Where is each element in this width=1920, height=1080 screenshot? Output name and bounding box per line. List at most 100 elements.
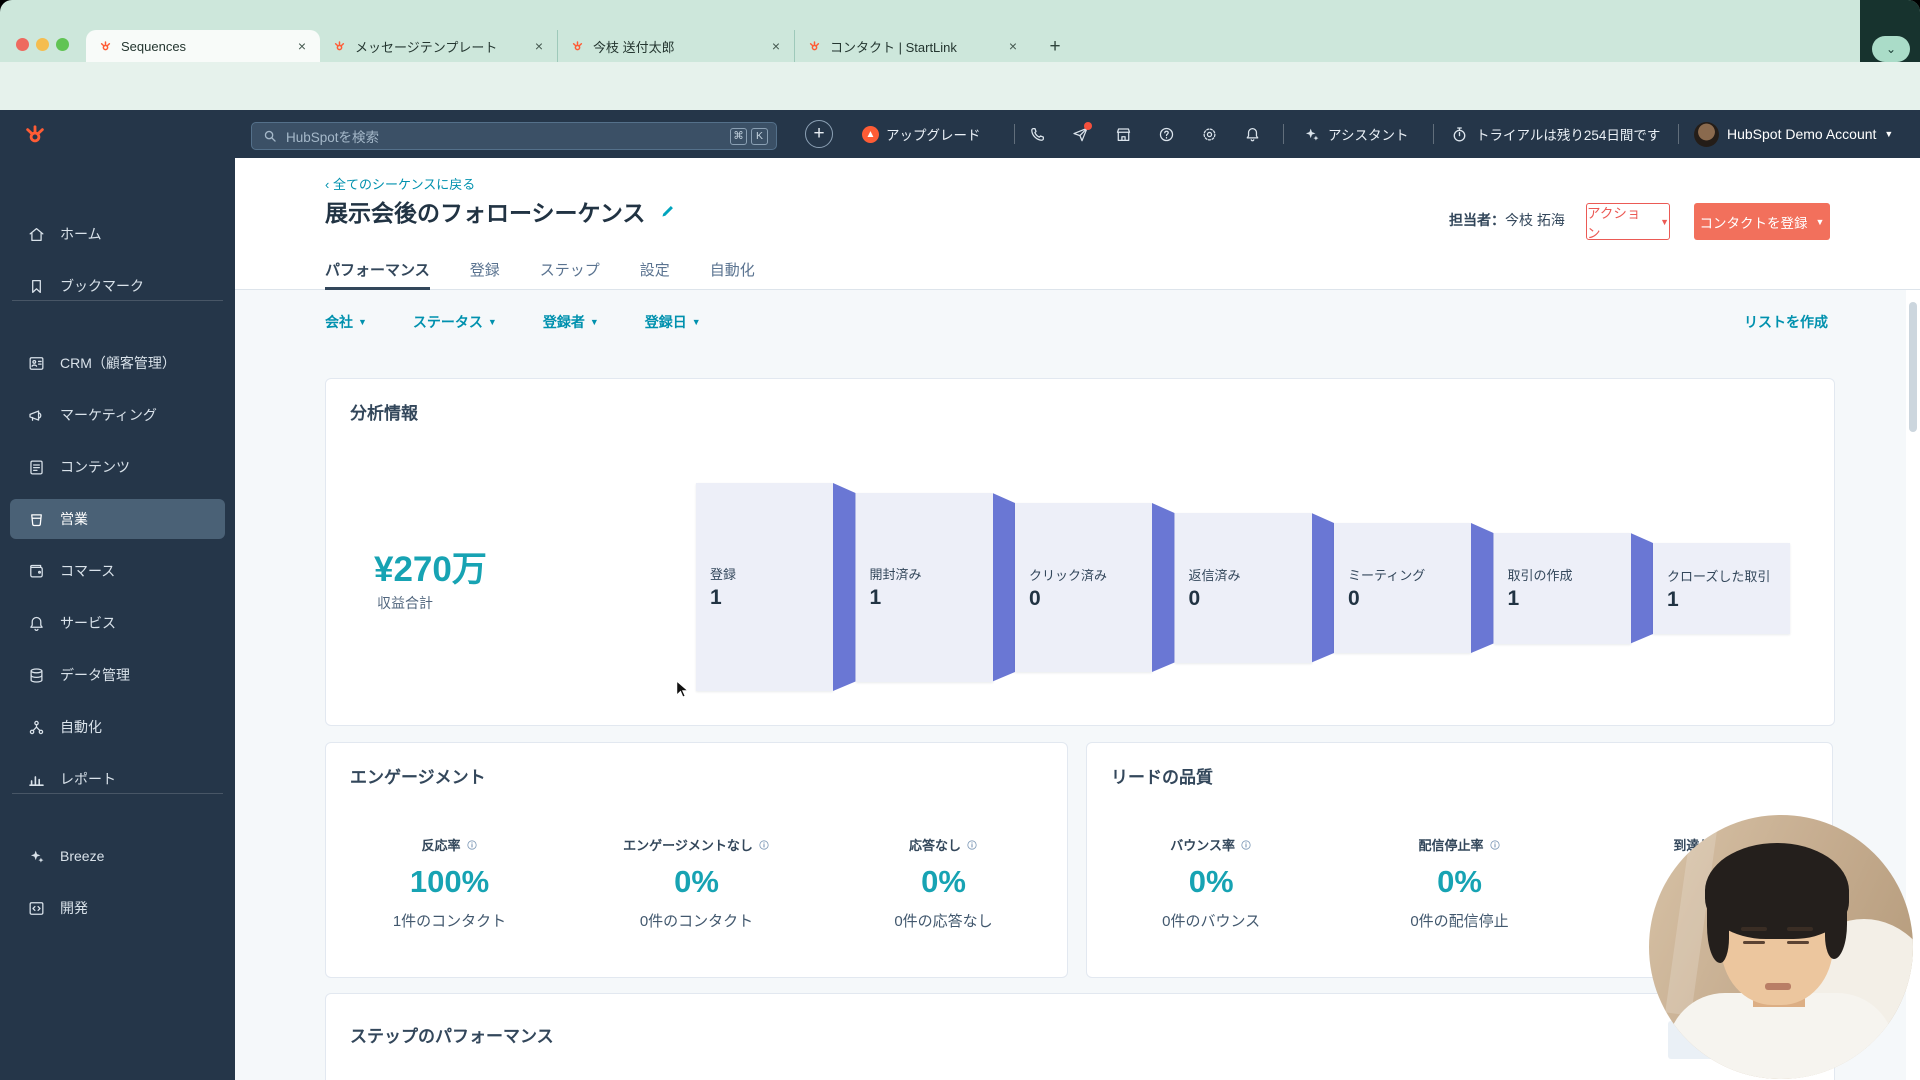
step-performance-card: ステップのパフォーマンス 比較 bbox=[325, 993, 1835, 1080]
sidebar-item-automation[interactable]: 自動化 bbox=[10, 707, 225, 747]
nav-icon-group bbox=[1028, 110, 1262, 158]
sidebar-item-sales[interactable]: 営業 bbox=[10, 499, 225, 539]
info-icon[interactable] bbox=[1489, 839, 1501, 851]
sidebar-item-crm[interactable]: CRM（顧客管理） bbox=[10, 343, 225, 383]
revenue-total-value: ¥270万 bbox=[374, 541, 487, 592]
upgrade-button[interactable]: ▲ アップグレード bbox=[862, 110, 981, 158]
info-icon[interactable] bbox=[1240, 839, 1252, 851]
breeze-icon bbox=[27, 847, 46, 866]
funnel-stage[interactable]: クリック済み0 bbox=[1015, 503, 1152, 672]
search-placeholder: HubSpotを検索 bbox=[286, 126, 730, 146]
actions-button[interactable]: アクション▼ bbox=[1586, 203, 1670, 240]
filter-登録日[interactable]: 登録日▼ bbox=[645, 312, 701, 332]
chevron-down-icon: ▼ bbox=[488, 317, 497, 327]
sidebar-item-home[interactable]: ホーム bbox=[10, 214, 225, 254]
create-list-link[interactable]: リストを作成 bbox=[1744, 312, 1828, 332]
assistant-button[interactable]: アシスタント bbox=[1302, 110, 1408, 158]
browser-tab[interactable]: 今枝 送付太郎× bbox=[557, 30, 794, 62]
tab-close-icon[interactable]: × bbox=[294, 38, 310, 54]
chevron-down-icon: ▼ bbox=[590, 317, 599, 327]
funnel-stage-value: 1 bbox=[710, 586, 833, 610]
trial-status[interactable]: トライアルは残り254日間です bbox=[1450, 110, 1660, 158]
browser-toolbar: app.hubspot.com/sequences/50641489/seque… bbox=[0, 62, 1920, 110]
settings-icon[interactable] bbox=[1200, 125, 1219, 144]
marketing-icon bbox=[27, 406, 46, 425]
sidebar-item-data[interactable]: データ管理 bbox=[10, 655, 225, 695]
funnel-stage[interactable]: 取引の作成1 bbox=[1494, 533, 1631, 644]
filter-label: ステータス bbox=[413, 312, 483, 332]
filter-会社[interactable]: 会社▼ bbox=[325, 312, 367, 332]
metric: バウンス率0%0件のバウンス bbox=[1087, 835, 1335, 931]
filter-label: 会社 bbox=[325, 312, 353, 332]
tab-close-icon[interactable]: × bbox=[1005, 38, 1021, 54]
browser-tab[interactable]: メッセージテンプレート × bbox=[320, 30, 557, 62]
sidebar-item-label: ブックマーク bbox=[60, 276, 144, 296]
sidebar-item-label: レポート bbox=[60, 769, 116, 789]
chevron-down-icon: ▼ bbox=[1884, 129, 1893, 139]
tab-ステップ[interactable]: ステップ bbox=[540, 248, 600, 290]
presenter-eye bbox=[1743, 941, 1765, 944]
hubspot-favicon bbox=[332, 39, 347, 54]
funnel-stage[interactable]: 開封済み1 bbox=[856, 493, 993, 682]
tab-search-chevron-icon[interactable]: ⌄ bbox=[1872, 36, 1910, 62]
tab-登録[interactable]: 登録 bbox=[470, 248, 500, 290]
sidebar-item-dev[interactable]: 開発 bbox=[10, 888, 225, 928]
marketplace-icon[interactable] bbox=[1114, 125, 1133, 144]
sidebar-item-label: マーケティング bbox=[60, 405, 157, 425]
minimize-window-button[interactable] bbox=[36, 38, 49, 51]
global-search-input[interactable]: HubSpotを検索 ⌘ K bbox=[251, 122, 777, 150]
info-icon[interactable] bbox=[966, 839, 978, 851]
tab-パフォーマンス[interactable]: パフォーマンス bbox=[325, 248, 430, 290]
tab-設定[interactable]: 設定 bbox=[640, 248, 670, 290]
funnel-stage[interactable]: 返信済み0 bbox=[1175, 513, 1312, 663]
browser-tab[interactable]: Sequences× bbox=[86, 30, 320, 62]
info-icon[interactable] bbox=[758, 839, 770, 851]
metric: 配信停止率0%0件の配信停止 bbox=[1335, 835, 1583, 931]
scrollbar-thumb[interactable] bbox=[1909, 302, 1917, 432]
sidebar-item-label: コンテンツ bbox=[60, 457, 130, 477]
info-icon[interactable] bbox=[466, 839, 478, 851]
tab-close-icon[interactable]: × bbox=[768, 38, 784, 54]
phone-icon[interactable] bbox=[1028, 125, 1047, 144]
sidebar-divider bbox=[12, 793, 223, 794]
nav-divider bbox=[1433, 124, 1434, 144]
filter-ステータス[interactable]: ステータス ▼ bbox=[413, 312, 497, 332]
funnel-stage-label: ミーティング bbox=[1348, 565, 1471, 584]
sidebar-item-label: 自動化 bbox=[60, 717, 102, 737]
help-icon[interactable] bbox=[1157, 125, 1176, 144]
back-to-sequences-link[interactable]: ‹ 全てのシーケンスに戻る bbox=[325, 174, 475, 193]
tab-title: メッセージテンプレート bbox=[355, 37, 523, 56]
shortcut-cmd-key: ⌘ bbox=[730, 128, 747, 145]
new-tab-button[interactable]: + bbox=[1042, 34, 1068, 60]
account-menu[interactable]: HubSpot Demo Account ▼ bbox=[1694, 110, 1893, 158]
hubspot-logo[interactable] bbox=[22, 122, 48, 148]
sidebar-item-marketing[interactable]: マーケティング bbox=[10, 395, 225, 435]
sidebar-item-commerce[interactable]: コマース bbox=[10, 551, 225, 591]
notifications-icon[interactable] bbox=[1243, 125, 1262, 144]
maximize-window-button[interactable] bbox=[56, 38, 69, 51]
send-icon[interactable] bbox=[1071, 125, 1090, 144]
engagement-heading: エンゲージメント bbox=[350, 763, 486, 788]
funnel-stage-label: クローズした取引 bbox=[1667, 566, 1790, 585]
tab-close-icon[interactable]: × bbox=[531, 38, 547, 54]
sidebar-item-service[interactable]: サービス bbox=[10, 603, 225, 643]
funnel-stage-label: 登録 bbox=[710, 564, 833, 583]
funnel-stage[interactable]: ミーティング0 bbox=[1334, 523, 1471, 653]
tab-自動化[interactable]: 自動化 bbox=[710, 248, 755, 290]
funnel-stage[interactable]: クローズした取引1 bbox=[1653, 543, 1790, 634]
metric-value: 0% bbox=[573, 864, 820, 900]
browser-window: Sequences×メッセージテンプレート×今枝 送付太郎×コンタクト | St… bbox=[0, 0, 1920, 1080]
enroll-contacts-button[interactable]: コンタクトを登録▼ bbox=[1694, 203, 1830, 240]
create-button[interactable]: + bbox=[805, 120, 833, 148]
metric-value: 0% bbox=[1087, 864, 1335, 900]
metric-label: 配信停止率 bbox=[1418, 835, 1500, 854]
sidebar-item-breeze[interactable]: Breeze bbox=[10, 836, 225, 876]
upgrade-rocket-icon: ▲ bbox=[862, 126, 879, 143]
funnel-stage[interactable]: 登録 1 bbox=[696, 483, 833, 691]
browser-tab[interactable]: コンタクト | StartLink× bbox=[794, 30, 1031, 62]
edit-pencil-icon[interactable] bbox=[659, 202, 677, 220]
sidebar-item-label: サービス bbox=[60, 613, 116, 633]
filter-登録者[interactable]: 登録者▼ bbox=[543, 312, 599, 332]
sidebar-item-content[interactable]: コンテンツ bbox=[10, 447, 225, 487]
close-window-button[interactable] bbox=[16, 38, 29, 51]
